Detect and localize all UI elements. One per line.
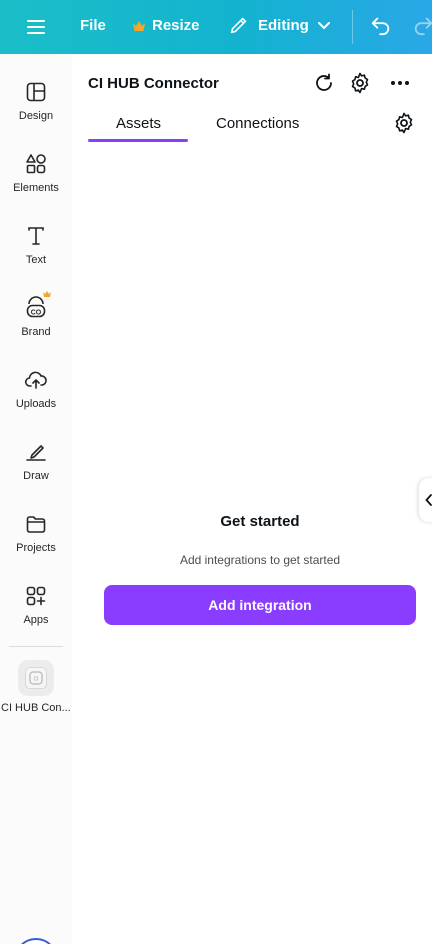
file-menu-button[interactable]: File bbox=[80, 17, 106, 34]
editing-label: Editing bbox=[258, 16, 309, 34]
rail-divider bbox=[9, 646, 63, 647]
top-bar: File Resize Editing bbox=[0, 0, 432, 54]
side-nav-rail: Design Elements Text CO Brand Uploads Dr… bbox=[0, 54, 72, 944]
shapes-icon bbox=[26, 154, 46, 174]
cloud-upload-icon bbox=[24, 371, 47, 389]
sidebar-item-brand[interactable]: CO Brand bbox=[0, 286, 72, 352]
panel-title: CI HUB Connector bbox=[88, 75, 219, 92]
sidebar-item-design[interactable]: Design bbox=[0, 70, 72, 136]
editing-mode-button[interactable]: Editing bbox=[228, 14, 331, 36]
pen-icon bbox=[26, 445, 46, 461]
app-panel: CI HUB Connector Assets Connections Get … bbox=[72, 54, 432, 944]
magic-assistant-button[interactable] bbox=[14, 938, 58, 944]
pencil-icon bbox=[230, 17, 247, 34]
sidebar-item-label: Brand bbox=[21, 326, 51, 338]
sidebar-item-ci-hub-connector[interactable]: CI CI HUB Con... bbox=[0, 660, 72, 720]
empty-state-subtitle: Add integrations to get started bbox=[179, 553, 341, 567]
brand-icon: CO bbox=[26, 291, 51, 318]
sidebar-item-elements[interactable]: Elements bbox=[0, 142, 72, 208]
redo-icon[interactable] bbox=[412, 14, 432, 36]
toolbar-divider bbox=[352, 10, 353, 44]
crown-icon bbox=[133, 20, 145, 31]
menu-icon[interactable] bbox=[24, 15, 48, 39]
apps-icon bbox=[26, 586, 46, 606]
gear-icon[interactable] bbox=[348, 71, 372, 95]
sidebar-item-label: Design bbox=[18, 110, 54, 122]
folder-icon bbox=[26, 516, 46, 533]
chevron-down-icon bbox=[317, 22, 330, 30]
sidebar-item-uploads[interactable]: Uploads bbox=[0, 358, 72, 424]
text-icon bbox=[28, 227, 44, 245]
sidebar-item-label: Uploads bbox=[15, 398, 57, 410]
sidebar-item-draw[interactable]: Draw bbox=[0, 430, 72, 496]
chevron-left-icon bbox=[425, 494, 432, 506]
layout-icon bbox=[26, 82, 46, 102]
undo-icon[interactable] bbox=[370, 14, 392, 36]
tab-connections[interactable]: Connections bbox=[216, 115, 299, 132]
svg-text:CI: CI bbox=[34, 677, 39, 683]
sidebar-item-label: Elements bbox=[13, 182, 59, 194]
add-integration-button[interactable]: Add integration bbox=[104, 585, 416, 625]
sidebar-item-label: Apps bbox=[23, 614, 49, 626]
tab-assets[interactable]: Assets bbox=[116, 115, 161, 132]
app-tile: CI bbox=[18, 660, 54, 696]
more-options-icon[interactable] bbox=[388, 71, 412, 95]
active-tab-indicator bbox=[88, 139, 188, 142]
sidebar-item-label: Draw bbox=[23, 470, 49, 482]
resize-button[interactable]: Resize bbox=[132, 17, 200, 34]
empty-state-title: Get started bbox=[220, 513, 300, 530]
sidebar-item-label: Projects bbox=[16, 542, 56, 554]
svg-text:CO: CO bbox=[31, 309, 42, 316]
sidebar-item-projects[interactable]: Projects bbox=[0, 502, 72, 568]
ci-hub-logo-icon: CI bbox=[25, 667, 47, 689]
resize-label: Resize bbox=[152, 17, 200, 34]
sidebar-item-apps[interactable]: Apps bbox=[0, 574, 72, 640]
sidebar-item-label: Text bbox=[25, 254, 47, 266]
sidebar-item-label: CI HUB Con... bbox=[1, 702, 71, 714]
collapse-panel-handle[interactable] bbox=[419, 478, 432, 522]
refresh-icon[interactable] bbox=[312, 71, 336, 95]
sidebar-item-text[interactable]: Text bbox=[0, 214, 72, 280]
settings-gear-icon[interactable] bbox=[392, 111, 416, 135]
